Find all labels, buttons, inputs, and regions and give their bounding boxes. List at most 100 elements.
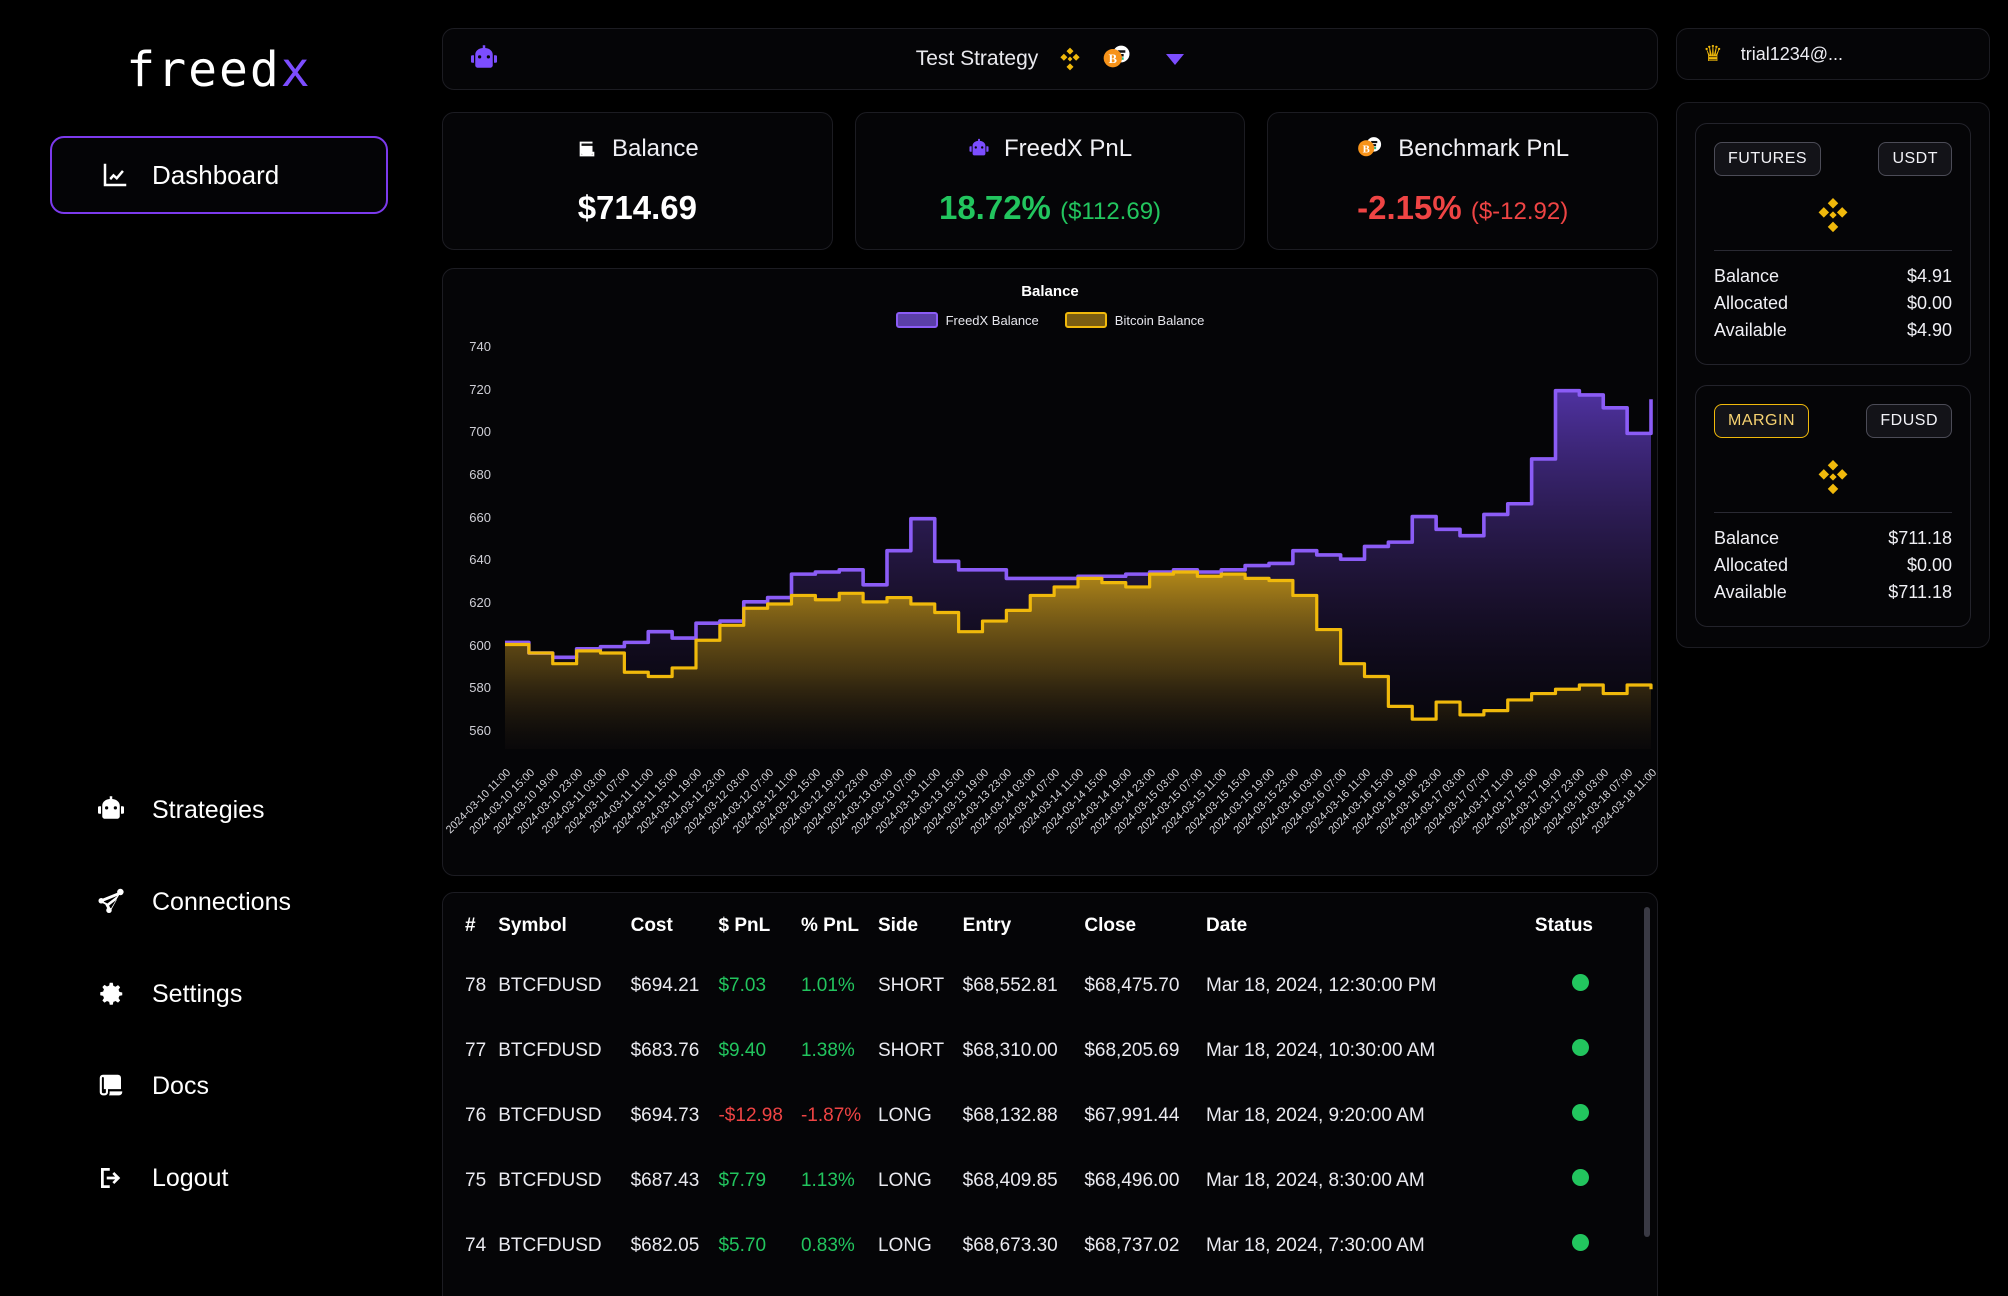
y-axis-tick-label: 560 <box>469 722 491 738</box>
column-header[interactable]: Entry <box>963 893 1085 953</box>
account-card-futures[interactable]: FUTURES USDT Balance $4.91 Allocated $0.00… <box>1695 123 1971 365</box>
sidebar-item-connections[interactable]: Connections <box>0 856 438 948</box>
cell-date: Mar 18, 2024, 8:30:00 AM <box>1206 1169 1425 1191</box>
cell-symbol: BTCFDUSD <box>498 1039 602 1061</box>
sidebar-item-strategies[interactable]: Strategies <box>0 764 438 856</box>
cell-pct: 1.01% <box>800 974 855 996</box>
metric-value: $711.18 <box>1888 528 1952 548</box>
table-row[interactable]: 73BTCFDUSD$695.48-$13.74-1.97%SHORT$68,1… <box>443 1278 1657 1296</box>
btc-fdusd-icon: B <box>1356 136 1384 162</box>
account-metric-row: Allocated $0.00 <box>1714 552 1952 579</box>
status-badge <box>1501 1083 1657 1148</box>
account-metric-row: Balance $4.91 <box>1714 263 1952 290</box>
svg-text:B: B <box>1109 52 1117 66</box>
column-header[interactable]: Side <box>878 893 963 953</box>
trades-table[interactable]: # Symbol Cost $ PnL% PnL Side Entry Close Date S… <box>442 892 1658 1296</box>
card-benchmark-pnl: B Benchmark PnL -2.15% ($-12.92) <box>1267 112 1659 250</box>
table-body: 78 BTCFDUSD $694.21 $7.03 1.01% SHORT $68,552.… <box>443 953 1657 1296</box>
cell-date: Mar 18, 2024, 9:20:00 AM <box>1206 1104 1425 1126</box>
card-value: $714.69 <box>577 189 697 226</box>
cell-side: SHORT <box>877 1039 945 1061</box>
account-asset-badge: USDT <box>1878 142 1952 176</box>
cell-side: LONG <box>877 1104 932 1126</box>
robot-icon <box>968 138 990 160</box>
cell-close: $68,205.69 <box>1084 1039 1180 1061</box>
gear-icon <box>96 979 126 1009</box>
sidebar-nav-bottom: Strategies Connections Settings Docs Log… <box>0 764 438 1224</box>
cell-id: 74 <box>465 1234 487 1256</box>
brand-accent: x <box>280 42 312 98</box>
wallet-icon <box>576 138 598 160</box>
sidebar-item-label: Docs <box>152 1071 209 1100</box>
cell-cost: $694.73 <box>630 1104 700 1126</box>
status-dot <box>1572 1104 1589 1121</box>
column-header[interactable]: Symbol <box>498 893 630 953</box>
table-row[interactable]: 77 BTCFDUSD $683.76 $9.40 1.38% SHORT $68,310.… <box>443 1018 1657 1083</box>
cell-close: $67,991.44 <box>1084 1104 1180 1126</box>
sidebar-item-logout[interactable]: Logout <box>0 1132 438 1224</box>
cell-close: $68,496.00 <box>1084 1169 1180 1191</box>
table-row[interactable]: 76 BTCFDUSD $694.73 -$12.98 -1.87% LONG $68,13… <box>443 1083 1657 1148</box>
table-row[interactable]: 74 BTCFDUSD $682.05 $5.70 0.83% LONG $68,673.3… <box>443 1213 1657 1278</box>
crown-icon: ♛ <box>1703 41 1723 66</box>
column-header[interactable]: % PnL <box>801 893 878 953</box>
cell-pnl: $9.40 <box>718 1039 767 1061</box>
metric-value: $0.00 <box>1906 555 1952 575</box>
user-bar[interactable]: ♛ trial1234@... <box>1676 28 1990 80</box>
sidebar-item-label: Connections <box>152 887 291 916</box>
column-header[interactable]: # <box>443 893 498 953</box>
account-card-margin[interactable]: MARGIN FDUSD Balance $711.18 Allocated $0.… <box>1695 385 1971 627</box>
account-metric-row: Allocated $0.00 <box>1714 290 1952 317</box>
account-type-badge: MARGIN <box>1714 404 1809 438</box>
table-row[interactable]: 75 BTCFDUSD $687.43 $7.79 1.13% LONG $68,409.8… <box>443 1148 1657 1213</box>
y-axis-tick-label: 700 <box>469 424 491 440</box>
column-header[interactable]: $ PnL <box>718 893 800 953</box>
chevron-down-icon[interactable] <box>1166 53 1185 65</box>
sidebar-item-dashboard[interactable]: Dashboard <box>50 136 388 214</box>
cell-entry: $68,132.88 <box>962 1104 1058 1126</box>
metric-value: $711.18 <box>1888 582 1952 602</box>
cell-side: LONG <box>877 1234 932 1256</box>
column-header[interactable]: Status <box>1501 893 1657 953</box>
cell-id: 73 <box>443 1278 498 1296</box>
metric-value: $4.91 <box>1906 266 1952 286</box>
robot-icon <box>469 44 499 74</box>
cell-pct: 1.13% <box>800 1169 855 1191</box>
sidebar-item-label: Strategies <box>152 795 265 824</box>
y-axis-tick-label: 720 <box>469 381 491 397</box>
cell-cost: $695.48 <box>631 1278 719 1296</box>
cell-cost: $694.21 <box>630 974 700 996</box>
brand-logo[interactable]: freedx <box>0 0 438 98</box>
strategy-selector[interactable]: Test Strategy B <box>443 44 1657 74</box>
svg-text:B: B <box>1363 143 1370 155</box>
balance-chart[interactable]: Balance FreedX Balance Bitcoin Balance 5… <box>442 268 1658 876</box>
sidebar-item-label: Dashboard <box>152 159 280 190</box>
cell-pnl: $7.79 <box>718 1169 767 1191</box>
cell-side: LONG <box>877 1169 932 1191</box>
sidebar-item-settings[interactable]: Settings <box>0 948 438 1040</box>
chart-line-icon <box>100 160 130 190</box>
y-axis-tick-label: 620 <box>469 594 491 610</box>
account-metric-row: Available $4.90 <box>1714 317 1952 344</box>
column-header[interactable]: Close <box>1084 893 1206 953</box>
cell-id: 78 <box>465 974 487 996</box>
main-content: Test Strategy B Balance $714.69 FreedX P… <box>438 0 1668 1296</box>
y-axis-tick-label: 600 <box>469 637 491 653</box>
cell-pct: 1.38% <box>800 1039 855 1061</box>
sidebar-item-docs[interactable]: Docs <box>0 1040 438 1132</box>
cell-symbol: BTCFDUSD <box>498 1104 602 1126</box>
card-value: 18.72% ($112.69) <box>939 189 1161 227</box>
cell-close: $68,737.02 <box>1084 1234 1180 1256</box>
status-dot <box>1572 974 1589 991</box>
column-header[interactable]: Cost <box>631 893 719 953</box>
status-dot <box>1572 1039 1589 1056</box>
cell-cost: $687.43 <box>630 1169 700 1191</box>
table-header-row: # Symbol Cost $ PnL% PnL Side Entry Close Date S… <box>443 893 1657 953</box>
strategy-topbar[interactable]: Test Strategy B <box>442 28 1658 90</box>
table-scrollbar[interactable] <box>1644 907 1650 1237</box>
account-metric-row: Balance $711.18 <box>1714 525 1952 552</box>
column-header[interactable]: Date <box>1206 893 1501 953</box>
sidebar-item-label: Settings <box>152 979 243 1008</box>
card-header: B Benchmark PnL <box>1356 135 1569 163</box>
table-row[interactable]: 78 BTCFDUSD $694.21 $7.03 1.01% SHORT $68,552.… <box>443 953 1657 1018</box>
